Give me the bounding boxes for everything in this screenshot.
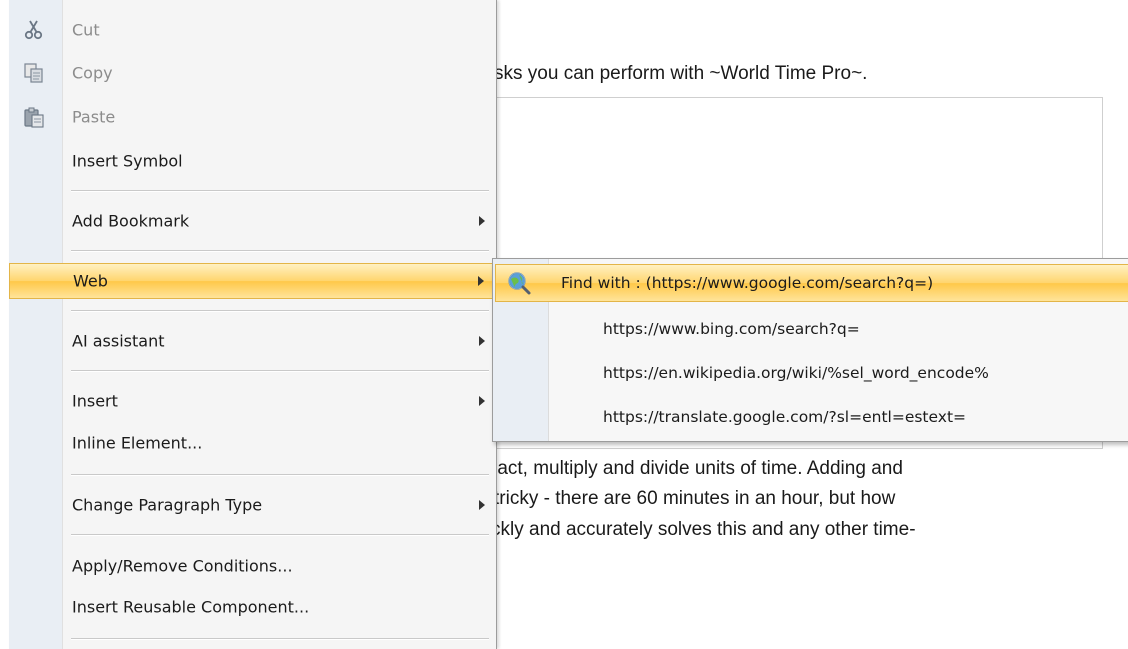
paste-icon xyxy=(23,106,45,128)
copy-icon xyxy=(23,62,45,84)
menu-item-copy-label: Copy xyxy=(72,63,113,83)
menu-item-add-bookmark[interactable]: Add Bookmark xyxy=(9,203,495,239)
submenu-item-wikipedia-label: https://en.wikipedia.org/wiki/%sel_word_… xyxy=(603,364,989,382)
menu-separator xyxy=(71,474,489,476)
menu-separator xyxy=(71,638,489,640)
menu-item-cut[interactable]: Cut xyxy=(9,13,495,47)
submenu-arrow-icon xyxy=(479,500,485,510)
menu-item-change-paragraph-type-label: Change Paragraph Type xyxy=(72,495,263,515)
menu-item-insert-label: Insert xyxy=(72,391,118,411)
menu-item-insert[interactable]: Insert xyxy=(9,383,495,419)
submenu-arrow-icon xyxy=(478,276,484,286)
submenu-item-translate[interactable]: https://translate.google.com/?sl=entl=es… xyxy=(495,398,1128,436)
menu-item-inline-element-label: Inline Element... xyxy=(72,433,203,453)
menu-item-insert-reusable-component[interactable]: Insert Reusable Component... xyxy=(9,589,495,625)
menu-item-insert-symbol-label: Insert Symbol xyxy=(72,151,183,171)
context-menu: Cut Copy Paste Insert Symbol Add Bookmar… xyxy=(9,0,497,649)
menu-item-web[interactable]: Web xyxy=(9,263,495,299)
menu-separator xyxy=(71,250,489,252)
menu-item-add-bookmark-label: Add Bookmark xyxy=(72,211,190,231)
menu-item-apply-remove-conditions[interactable]: Apply/Remove Conditions... xyxy=(9,548,495,584)
menu-item-ai-assistant[interactable]: AI assistant xyxy=(9,323,495,359)
submenu-arrow-icon xyxy=(479,216,485,226)
menu-item-apply-remove-conditions-label: Apply/Remove Conditions... xyxy=(72,556,293,576)
submenu-item-bing-label: https://www.bing.com/search?q= xyxy=(603,320,860,338)
menu-separator xyxy=(71,190,489,192)
menu-separator xyxy=(71,534,489,536)
submenu-item-find-with-google-label: Find with : (https://www.google.com/sear… xyxy=(561,274,934,292)
menu-item-paste-label: Paste xyxy=(72,107,116,127)
submenu-item-find-with-google[interactable]: Find with : (https://www.google.com/sear… xyxy=(495,264,1128,302)
submenu-arrow-icon xyxy=(479,396,485,406)
document-body-line-3: ckly and accurately solves this and any … xyxy=(491,519,916,540)
menu-item-cut-label: Cut xyxy=(72,20,100,40)
menu-item-web-label: Web xyxy=(73,271,108,291)
document-body-line-2: tricky - there are 60 minutes in an hour… xyxy=(494,488,896,509)
web-submenu: Find with : (https://www.google.com/sear… xyxy=(492,258,1128,442)
menu-item-inline-element[interactable]: Inline Element... xyxy=(9,425,495,461)
menu-item-insert-reusable-component-label: Insert Reusable Component... xyxy=(72,597,310,617)
menu-item-ai-assistant-label: AI assistant xyxy=(72,331,165,351)
submenu-item-translate-label: https://translate.google.com/?sl=entl=es… xyxy=(603,408,967,426)
document-intro-line: sks you can perform with ~World Time Pro… xyxy=(494,63,868,84)
submenu-item-bing[interactable]: https://www.bing.com/search?q= xyxy=(495,310,1128,348)
submenu-arrow-icon xyxy=(479,336,485,346)
menu-item-insert-symbol[interactable]: Insert Symbol xyxy=(9,143,495,179)
submenu-item-wikipedia[interactable]: https://en.wikipedia.org/wiki/%sel_word_… xyxy=(495,354,1128,392)
menu-item-paste[interactable]: Paste xyxy=(9,100,495,134)
menu-item-change-paragraph-type[interactable]: Change Paragraph Type xyxy=(9,487,495,523)
scissors-icon xyxy=(23,19,45,41)
menu-separator xyxy=(71,310,489,312)
document-body-line-1: ract, multiply and divide units of time.… xyxy=(491,458,903,479)
menu-item-copy[interactable]: Copy xyxy=(9,56,495,90)
menu-separator xyxy=(71,370,489,372)
globe-search-icon xyxy=(506,270,532,296)
